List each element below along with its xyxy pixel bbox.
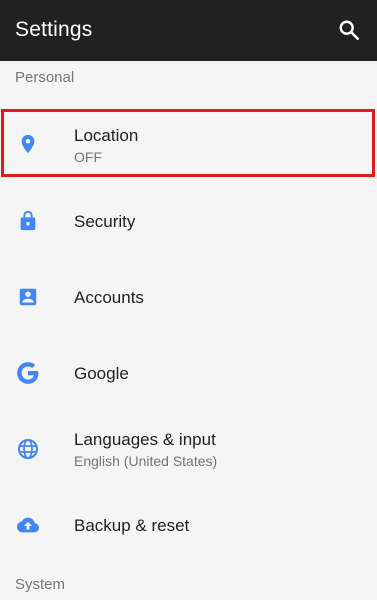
app-bar: Settings bbox=[0, 0, 377, 61]
lock-icon bbox=[14, 207, 42, 235]
settings-item-title: Google bbox=[74, 364, 129, 383]
settings-item-subtitle: English (United States) bbox=[74, 453, 218, 469]
settings-item-backup[interactable]: Backup & reset bbox=[0, 494, 377, 556]
section-header-personal: Personal bbox=[15, 69, 75, 86]
section-header-system: System bbox=[15, 576, 66, 593]
search-button[interactable] bbox=[333, 14, 365, 46]
settings-item-title: Languages & input bbox=[74, 430, 216, 449]
settings-item-languages[interactable]: Languages & input English (United States… bbox=[0, 418, 377, 480]
settings-item-title: Backup & reset bbox=[74, 516, 190, 535]
settings-item-title: Security bbox=[74, 212, 136, 231]
search-icon bbox=[339, 20, 359, 40]
location-pin-icon bbox=[14, 130, 42, 158]
account-box-icon bbox=[14, 283, 42, 311]
settings-item-google[interactable]: Google bbox=[0, 342, 377, 404]
page-title: Settings bbox=[15, 18, 93, 41]
settings-item-subtitle: OFF bbox=[74, 149, 102, 165]
google-g-icon bbox=[14, 359, 42, 387]
settings-item-title: Accounts bbox=[74, 288, 144, 307]
settings-item-title: Location bbox=[74, 126, 139, 145]
settings-item-accounts[interactable]: Accounts bbox=[0, 266, 377, 328]
settings-item-security[interactable]: Security bbox=[0, 190, 377, 252]
globe-icon bbox=[14, 435, 42, 463]
cloud-upload-icon bbox=[14, 511, 42, 539]
settings-item-location[interactable]: Location OFF bbox=[0, 112, 377, 174]
